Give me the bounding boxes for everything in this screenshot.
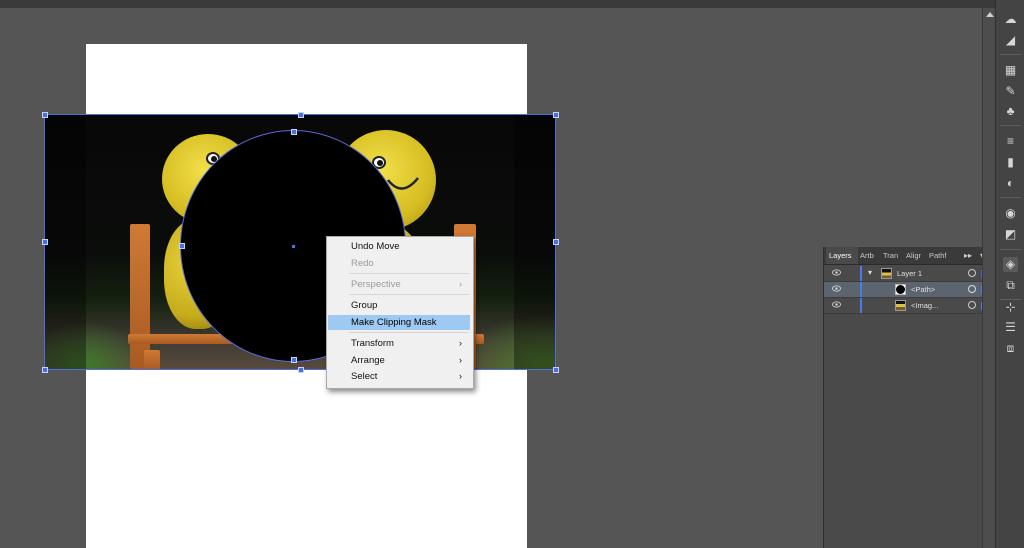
menu-separator	[349, 273, 469, 274]
resize-handle-bottom-left[interactable]	[42, 367, 48, 373]
expand-triangle-icon[interactable]: ▾	[868, 268, 872, 277]
libraries-icon[interactable]: ☁	[1003, 12, 1018, 27]
toolbar-separator	[1000, 197, 1021, 198]
menu-item-make-clipping-mask[interactable]: Make Clipping Mask	[328, 315, 470, 330]
tab-pathfinder[interactable]: Pathf	[926, 247, 956, 264]
menu-separator	[349, 332, 469, 333]
panel-dock-scroll[interactable]	[982, 8, 996, 548]
layer-thumbnail	[881, 268, 892, 279]
bench-post-left	[130, 224, 150, 369]
layer-name[interactable]: <Path>	[911, 285, 935, 294]
layer-color-bar	[860, 298, 862, 313]
toolbar-separator	[1000, 125, 1021, 126]
panel-tab-bar: Layers Artb Tran Aligr Pathf ▸▸ ▾≡	[824, 247, 994, 265]
color-guide-icon[interactable]: ◢	[1003, 33, 1018, 48]
path-thumbnail	[895, 284, 906, 295]
target-circle-icon[interactable]	[968, 301, 976, 309]
menu-separator	[349, 294, 469, 295]
align-icon[interactable]: ☰	[1003, 320, 1018, 335]
graphic-styles-icon[interactable]: ◩	[1003, 227, 1018, 242]
resize-handle-top-left[interactable]	[42, 112, 48, 118]
transparency-icon[interactable]: ◐	[1003, 176, 1018, 191]
layer-row-layer1[interactable]: ▾ Layer 1	[824, 266, 994, 282]
artboards-icon[interactable]: ▦	[1003, 63, 1018, 78]
resize-handle-right[interactable]	[553, 239, 559, 245]
image-overhang-right	[514, 114, 556, 370]
context-menu: Undo Move Redo Perspective › Group Make C…	[326, 236, 474, 389]
collapse-panel-icon[interactable]: ▸▸	[964, 247, 972, 264]
toolbar-separator	[1000, 249, 1021, 250]
stroke-icon[interactable]: ≡	[1003, 134, 1018, 149]
symbols-icon[interactable]: ♣	[1003, 104, 1018, 119]
layer-row-image[interactable]: <Imag...	[824, 298, 994, 314]
bench-leg	[144, 350, 160, 370]
resize-handle-top-right[interactable]	[553, 112, 559, 118]
panel-dock-toolbar: ☁ ◢ ▦ ✎ ♣ ≡ ▮ ◐ ◉ ◩ ◈ ⧉ ⊹ ☰ ⧈	[995, 0, 1024, 548]
visibility-eye-icon[interactable]	[832, 285, 841, 292]
layer-name[interactable]: Layer 1	[897, 269, 922, 278]
menu-item-transform[interactable]: Transform ›	[328, 336, 470, 351]
layers-icon[interactable]: ◈	[1003, 257, 1018, 272]
visibility-eye-icon[interactable]	[832, 269, 841, 276]
menu-item-redo: Redo	[351, 258, 374, 269]
artboard-nav-icon[interactable]: ⧉	[1003, 278, 1018, 293]
layer-name[interactable]: <Imag...	[911, 301, 938, 310]
anchor-point-bottom[interactable]	[291, 357, 297, 363]
scroll-up-icon[interactable]	[986, 12, 994, 17]
top-bar	[0, 0, 1024, 8]
tab-layers[interactable]: Layers	[826, 247, 858, 264]
submenu-arrow-icon: ›	[459, 355, 462, 365]
resize-handle-bottom[interactable]	[298, 367, 304, 373]
layer-color-bar	[860, 266, 862, 281]
menu-item-group[interactable]: Group	[328, 298, 470, 313]
menu-item-perspective: Perspective ›	[351, 279, 462, 290]
toolbar-separator	[1000, 54, 1021, 55]
menu-item-select[interactable]: Select ›	[328, 369, 470, 384]
submenu-arrow-icon: ›	[459, 279, 462, 289]
target-circle-icon[interactable]	[968, 285, 976, 293]
layer-row-path[interactable]: <Path>	[824, 282, 994, 298]
menu-item-arrange[interactable]: Arrange ›	[328, 353, 470, 368]
layers-panel: Layers Artb Tran Aligr Pathf ▸▸ ▾≡ ▾ Lay…	[823, 247, 995, 548]
visibility-eye-icon[interactable]	[832, 301, 841, 308]
resize-handle-top[interactable]	[298, 112, 304, 118]
pathfinder-icon[interactable]: ⧈	[1003, 341, 1018, 356]
anchor-point-left[interactable]	[179, 243, 185, 249]
menu-item-undo-move[interactable]: Undo Move	[328, 239, 470, 254]
image-overhang-left	[44, 114, 86, 370]
transform-icon[interactable]: ⊹	[1003, 300, 1018, 315]
layer-color-bar	[860, 282, 862, 297]
anchor-point-top[interactable]	[291, 129, 297, 135]
target-circle-icon[interactable]	[968, 269, 976, 277]
submenu-arrow-icon: ›	[459, 338, 462, 348]
gradient-icon[interactable]: ▮	[1003, 155, 1018, 170]
submenu-arrow-icon: ›	[459, 371, 462, 381]
image-thumbnail	[895, 300, 906, 311]
center-point	[292, 245, 295, 248]
resize-handle-bottom-right[interactable]	[553, 367, 559, 373]
appearance-icon[interactable]: ◉	[1003, 206, 1018, 221]
resize-handle-left[interactable]	[42, 239, 48, 245]
brushes-icon[interactable]: ✎	[1003, 84, 1018, 99]
